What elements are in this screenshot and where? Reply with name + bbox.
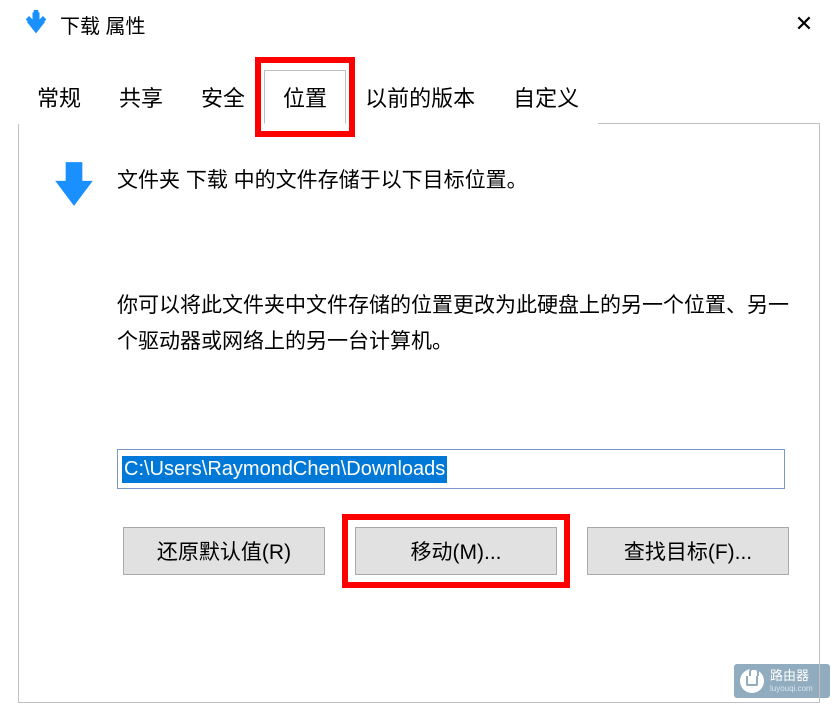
move-button[interactable]: 移动(M)... <box>355 527 557 575</box>
download-large-icon <box>49 160 99 210</box>
tab-security[interactable]: 安全 <box>182 70 264 124</box>
tabs-container: 常规 共享 安全 位置 以前的版本 自定义 文件夹 下载 中的文件存储于以下目标… <box>0 48 838 703</box>
titlebar: 下载 属性 ✕ <box>0 0 838 48</box>
tabs-row: 常规 共享 安全 位置 以前的版本 自定义 <box>18 70 820 124</box>
find-target-button[interactable]: 查找目标(F)... <box>587 527 789 575</box>
tab-general[interactable]: 常规 <box>18 70 100 124</box>
close-button[interactable]: ✕ <box>780 4 828 44</box>
path-value: C:\Users\RaymondChen\Downloads <box>122 456 447 483</box>
header-text: 文件夹 下载 中的文件存储于以下目标位置。 <box>117 158 528 198</box>
tab-previous-versions[interactable]: 以前的版本 <box>346 70 494 124</box>
tab-location[interactable]: 位置 <box>264 70 346 124</box>
download-arrow-icon <box>22 10 50 38</box>
tab-location-label: 位置 <box>283 86 327 111</box>
tab-panel: 文件夹 下载 中的文件存储于以下目标位置。 你可以将此文件夹中文件存储的位置更改… <box>18 123 820 703</box>
description-text: 你可以将此文件夹中文件存储的位置更改为此硬盘上的另一个位置、另一个驱动器或网络上… <box>117 288 789 359</box>
button-row: 还原默认值(R) 移动(M)... 查找目标(F)... <box>123 527 789 575</box>
window-title: 下载 属性 <box>60 10 780 39</box>
header-row: 文件夹 下载 中的文件存储于以下目标位置。 <box>49 158 789 210</box>
restore-defaults-button[interactable]: 还原默认值(R) <box>123 527 325 575</box>
path-input[interactable]: C:\Users\RaymondChen\Downloads <box>117 449 785 489</box>
close-icon: ✕ <box>795 11 813 37</box>
move-button-label: 移动(M)... <box>411 541 502 564</box>
content-area: 文件夹 下载 中的文件存储于以下目标位置。 你可以将此文件夹中文件存储的位置更改… <box>19 124 819 605</box>
tab-custom[interactable]: 自定义 <box>494 70 598 124</box>
tab-share[interactable]: 共享 <box>100 70 182 124</box>
